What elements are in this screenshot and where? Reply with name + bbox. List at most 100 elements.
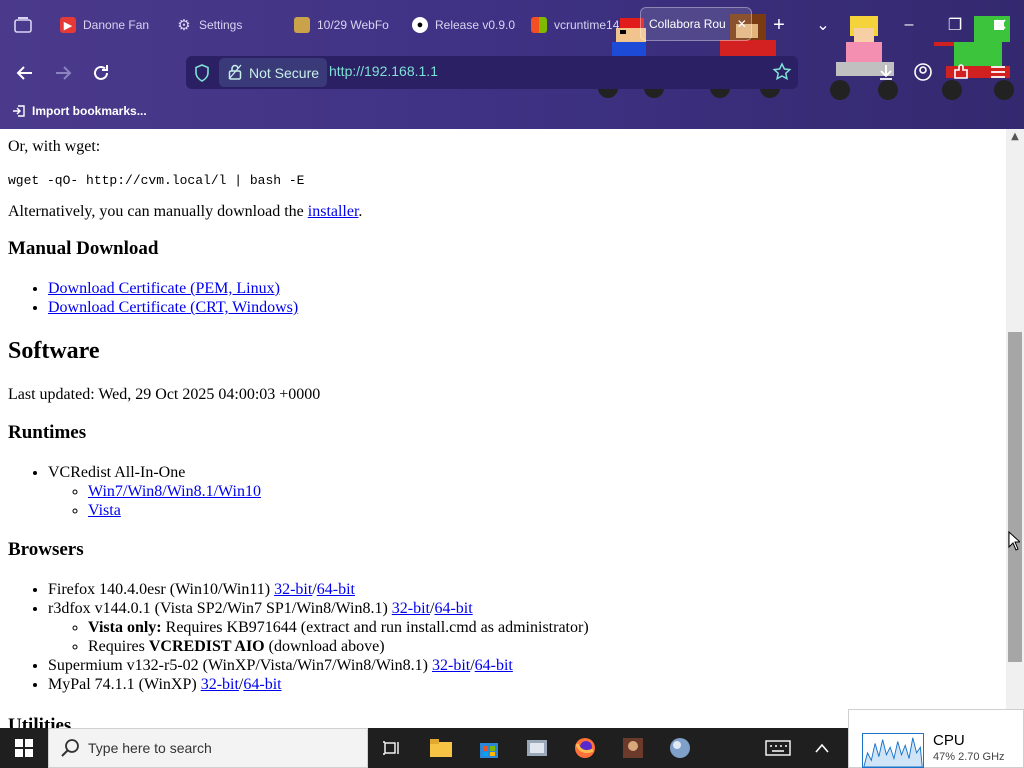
period: . xyxy=(358,203,363,220)
forward-arrow-icon[interactable] xyxy=(50,60,76,86)
requires-suffix: (download above) xyxy=(264,638,385,655)
last-updated: Last updated: Wed, 29 Oct 2025 04:00:03 … xyxy=(8,386,321,403)
scroll-up-arrow-icon[interactable]: ▲ xyxy=(1008,131,1022,145)
close-window-button[interactable]: ✕ xyxy=(988,12,1014,38)
tab-vcruntime[interactable]: vcruntime14 xyxy=(531,8,619,42)
r3dfox-32bit-link[interactable]: 32-bit xyxy=(392,600,430,617)
youtube-icon: ▶ xyxy=(60,17,76,33)
supermium-32bit-link[interactable]: 32-bit xyxy=(432,657,470,674)
r3dfox-64bit-link[interactable]: 64-bit xyxy=(434,600,472,617)
new-tab-button[interactable]: + xyxy=(766,12,792,38)
taskbar-search-placeholder[interactable]: Type here to search xyxy=(88,740,212,756)
microsoft-store-icon[interactable] xyxy=(473,732,505,764)
browser-chrome: ▶ Danone Fan ⚙ Settings 10/29 WebFo ● Re… xyxy=(0,0,1024,129)
list-item: Download Certificate (PEM, Linux) xyxy=(48,279,298,298)
wget-command: wget -qO- http://cvm.local/l | bash -E xyxy=(8,173,305,188)
firefox-icon[interactable] xyxy=(569,732,601,764)
list-item: Requires VCREDIST AIO (download above) xyxy=(88,637,589,656)
url-text[interactable]: http://192.168.1.1 xyxy=(329,63,438,79)
vcredist-vista-link[interactable]: Vista xyxy=(88,502,121,519)
tab-collabora[interactable]: Collabora Rou ✕ xyxy=(640,7,752,41)
tab-label: Collabora Rou xyxy=(649,17,726,31)
alternative-text: Alternatively, you can manually download… xyxy=(8,202,362,221)
tab-label: Danone Fan xyxy=(83,18,150,32)
tray-chevron-up-icon[interactable] xyxy=(806,732,838,764)
tab-settings[interactable]: ⚙ Settings xyxy=(176,8,276,42)
extensions-icon[interactable] xyxy=(951,62,971,82)
keyboard-icon[interactable] xyxy=(762,732,794,764)
firefox-32bit-link[interactable]: 32-bit xyxy=(274,581,312,598)
list-item: VCRedist All-In-One Win7/Win8/Win8.1/Win… xyxy=(48,463,261,520)
tab-release[interactable]: ● Release v0.9.0 xyxy=(412,8,518,42)
download-crt-link[interactable]: Download Certificate (CRT, Windows) xyxy=(48,299,298,316)
reload-icon[interactable] xyxy=(88,60,114,86)
close-tab-icon[interactable]: ✕ xyxy=(737,17,747,31)
account-icon[interactable] xyxy=(913,62,933,82)
import-bookmarks-label: Import bookmarks... xyxy=(32,104,147,118)
supermium-64bit-link[interactable]: 64-bit xyxy=(475,657,513,674)
runtimes-list: VCRedist All-In-One Win7/Win8/Win8.1/Win… xyxy=(8,463,261,520)
mypal-label: MyPal 74.1.1 (WinXP) xyxy=(48,676,201,693)
sphere-app-icon[interactable] xyxy=(664,732,696,764)
menu-icon[interactable] xyxy=(988,62,1008,82)
browsers-heading: Browsers xyxy=(8,539,84,560)
firefox-64bit-link[interactable]: 64-bit xyxy=(317,581,355,598)
vcredist-win7-link[interactable]: Win7/Win8/Win8.1/Win10 xyxy=(88,483,261,500)
list-item: Download Certificate (CRT, Windows) xyxy=(48,298,298,317)
tab-label: 10/29 WebFo xyxy=(317,18,389,32)
tab-danone[interactable]: ▶ Danone Fan xyxy=(60,8,160,42)
list-item: Firefox 140.4.0esr (Win10/Win11) 32-bit/… xyxy=(48,580,589,599)
mypal-32bit-link[interactable]: 32-bit xyxy=(201,676,239,693)
tab-webfo[interactable]: 10/29 WebFo xyxy=(294,8,394,42)
shield-icon[interactable] xyxy=(194,64,210,82)
list-item: Vista only: Requires KB971644 (extract a… xyxy=(88,618,589,637)
import-bookmarks-button[interactable]: Import bookmarks... xyxy=(12,104,147,118)
mouse-cursor-icon xyxy=(1008,531,1020,551)
import-icon xyxy=(13,105,25,117)
search-icon xyxy=(61,739,79,757)
vista-only-label: Vista only: xyxy=(88,619,162,636)
tab-bar: ▶ Danone Fan ⚙ Settings 10/29 WebFo ● Re… xyxy=(0,0,1024,50)
lock-icon xyxy=(228,64,242,80)
scrollbar-thumb[interactable] xyxy=(1008,332,1022,662)
media-app-icon[interactable] xyxy=(617,732,649,764)
gear-icon: ⚙ xyxy=(177,17,191,34)
file-explorer-icon[interactable] xyxy=(425,732,457,764)
software-heading: Software xyxy=(8,338,100,364)
maximize-button[interactable]: ❐ xyxy=(942,12,968,38)
list-item: Supermium v132-r5-02 (WinXP/Vista/Win7/W… xyxy=(48,656,589,675)
installer-link[interactable]: installer xyxy=(308,203,359,220)
requires-prefix: Requires xyxy=(88,638,149,655)
requires-vcredist-label: VCREDIST AIO xyxy=(148,638,265,655)
start-button[interactable] xyxy=(0,728,48,768)
vcredist-label: VCRedist All-In-One xyxy=(48,464,186,481)
certificate-list: Download Certificate (PEM, Linux) Downlo… xyxy=(8,279,298,317)
list-item: r3dfox v144.0.1 (Vista SP2/Win7 SP1/Win8… xyxy=(48,599,589,656)
page-viewport: Or, with wget: wget -qO- http://cvm.loca… xyxy=(0,129,1006,728)
vcredist-sublist: Win7/Win8/Win8.1/Win10 Vista xyxy=(48,482,261,520)
mypal-64bit-link[interactable]: 64-bit xyxy=(243,676,281,693)
page-icon xyxy=(294,17,310,33)
tab-label: Release v0.9.0 xyxy=(435,18,516,32)
task-view-icon[interactable] xyxy=(376,732,408,764)
r3dfox-label: r3dfox v144.0.1 (Vista SP2/Win7 SP1/Win8… xyxy=(48,600,392,617)
wget-intro: Or, with wget: xyxy=(8,138,101,155)
alternative-text-label: Alternatively, you can manually download… xyxy=(8,203,308,220)
tab-label: Settings xyxy=(199,18,243,32)
download-pem-link[interactable]: Download Certificate (PEM, Linux) xyxy=(48,280,280,297)
vista-only-text: Requires KB971644 (extract and run insta… xyxy=(161,619,589,636)
firefox-label: Firefox 140.4.0esr (Win10/Win11) xyxy=(48,581,275,598)
cpu-graph-icon xyxy=(862,733,924,768)
download-icon[interactable] xyxy=(876,62,896,82)
minimize-button[interactable]: – xyxy=(896,12,922,38)
list-item: MyPal 74.1.1 (WinXP) 32-bit/64-bit xyxy=(48,675,589,694)
bookmark-star-icon[interactable] xyxy=(772,62,792,82)
bookmarks-bar xyxy=(0,96,1024,128)
tab-list-chevron-down-icon[interactable]: ⌄ xyxy=(810,12,836,38)
tab-overview-icon[interactable] xyxy=(12,14,34,36)
windows-store-icon xyxy=(531,17,547,33)
back-arrow-icon[interactable] xyxy=(12,60,38,86)
runtimes-heading: Runtimes xyxy=(8,422,87,443)
app-icon[interactable] xyxy=(521,732,553,764)
tab-label: vcruntime14 xyxy=(554,18,619,32)
